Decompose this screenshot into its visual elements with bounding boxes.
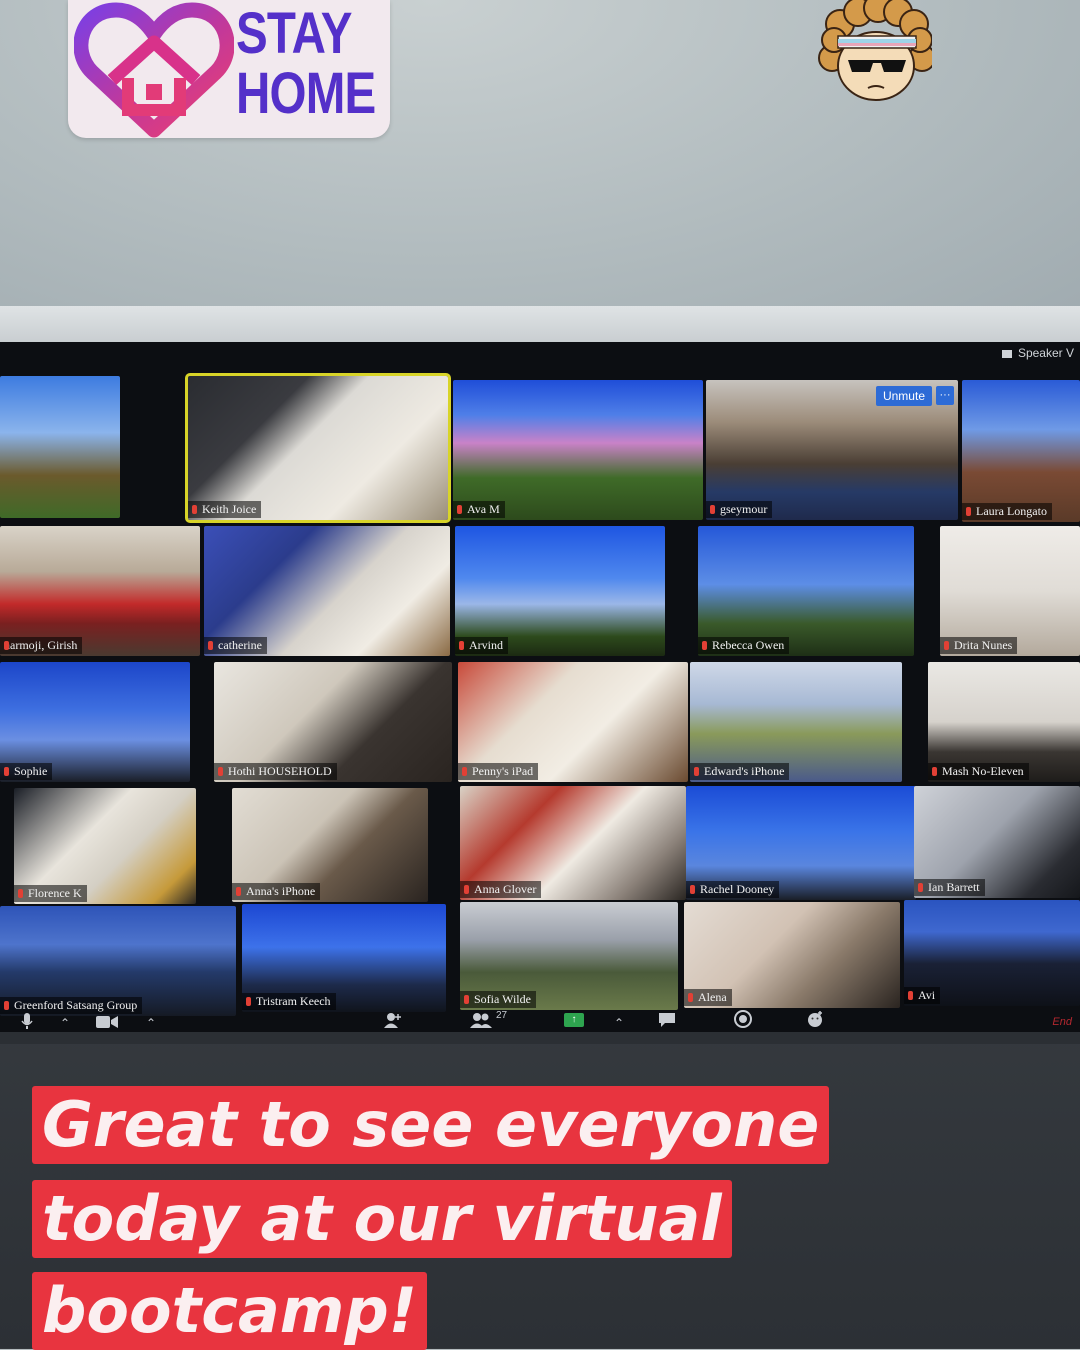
video-tile[interactable]: Anna's iPhone (232, 788, 428, 902)
microphone-icon[interactable] (20, 1012, 34, 1033)
participant-name: Anna's iPhone (232, 883, 321, 900)
chat-icon[interactable] (658, 1012, 676, 1031)
caption-line-1: Great to see everyone (32, 1086, 830, 1164)
participant-name: Rebecca Owen (698, 637, 790, 654)
participant-name: catherine (204, 637, 267, 654)
participant-name: Laura Longato (962, 503, 1052, 520)
sticker-line-2: HOME (236, 61, 376, 126)
video-tile[interactable]: Ava M (453, 380, 703, 520)
video-tile[interactable]: narmoji, Girish (0, 526, 200, 656)
share-options-chevron-icon[interactable]: ⌃ (614, 1016, 624, 1030)
end-meeting-button[interactable]: End (1052, 1016, 1072, 1028)
participant-name: Ian Barrett (914, 879, 985, 896)
participant-name: Edward's iPhone (690, 763, 790, 780)
video-tile[interactable]: Rachel Dooney (686, 786, 916, 900)
video-tile[interactable] (0, 376, 120, 518)
video-tile[interactable]: Florence K (14, 788, 196, 904)
participant-name: Tristram Keech (242, 993, 336, 1010)
video-tile[interactable]: Tristram Keech (242, 904, 446, 1012)
monitor-bezel (0, 306, 1080, 342)
participant-name: Sofia Wilde (460, 991, 536, 1008)
heart-house-icon (74, 2, 234, 138)
participant-name: Alena (684, 989, 732, 1006)
participant-name: narmoji, Girish (0, 637, 83, 654)
unmute-button[interactable]: Unmute (875, 386, 932, 406)
video-tile[interactable]: Hothi HOUSEHOLD (214, 662, 452, 782)
participants-icon[interactable] (470, 1012, 492, 1031)
video-tile[interactable]: Edward's iPhone (690, 662, 902, 782)
video-tile[interactable]: Drita Nunes (940, 526, 1080, 656)
video-tile[interactable]: Rebecca Owen (698, 526, 914, 656)
video-tile[interactable]: Alena (684, 902, 900, 1008)
participant-name: Florence K (14, 885, 87, 902)
more-options-button[interactable]: ··· (936, 386, 954, 405)
participant-name: Arvind (455, 637, 508, 654)
video-tile[interactable]: Unmute ··· gseymour (706, 380, 958, 520)
video-tile[interactable]: Mash No-Eleven (928, 662, 1080, 782)
reactions-icon[interactable] (806, 1010, 824, 1031)
monitor-bottom-bezel (0, 1032, 1080, 1044)
cartoon-avatar-sticker (818, 0, 932, 101)
participant-name: Penny's iPad (458, 763, 539, 780)
video-camera-icon[interactable] (96, 1016, 118, 1031)
video-tile[interactable]: Anna Glover (460, 786, 686, 900)
invite-icon[interactable] (384, 1012, 402, 1031)
video-tile[interactable]: Avi (904, 900, 1080, 1006)
participant-name: Keith Joice (188, 501, 262, 518)
video-tile[interactable]: Greenford Satsang Group (0, 906, 236, 1016)
record-icon[interactable] (734, 1010, 752, 1031)
speaker-view-button[interactable]: Speaker V (1001, 346, 1074, 360)
participant-name: Avi (904, 987, 941, 1004)
sticker-line-1: STAY (236, 1, 352, 66)
video-tile[interactable]: Laura Longato (962, 380, 1080, 522)
video-tile[interactable]: Penny's iPad (458, 662, 688, 782)
participants-count: 27 (496, 1010, 508, 1021)
audio-options-chevron-icon[interactable]: ⌃ (60, 1016, 70, 1030)
video-tile[interactable]: Keith Joice (185, 373, 451, 523)
participant-name: Sophie (0, 763, 53, 780)
participant-name: Drita Nunes (940, 637, 1018, 654)
video-tile[interactable]: Arvind (455, 526, 665, 656)
stay-home-sticker: STAY HOME (68, 0, 390, 138)
video-tile[interactable]: catherine (204, 526, 450, 656)
participant-name: gseymour (706, 501, 773, 518)
participant-name: Rachel Dooney (686, 881, 780, 898)
caption-line-2: today at our virtual (32, 1180, 732, 1258)
video-tile[interactable]: Sofia Wilde (460, 902, 678, 1010)
participant-name: Anna Glover (460, 881, 542, 898)
participant-name: Mash No-Eleven (928, 763, 1029, 780)
share-screen-button[interactable]: ↑ (564, 1013, 584, 1027)
participant-name: Ava M (453, 501, 505, 518)
caption-line-3: bootcamp! (32, 1272, 428, 1350)
video-tile[interactable]: Ian Barrett (914, 786, 1080, 898)
video-options-chevron-icon[interactable]: ⌃ (146, 1016, 156, 1030)
participant-name: Hothi HOUSEHOLD (214, 763, 337, 780)
stay-home-text: STAY HOME (236, 1, 376, 126)
video-tile[interactable]: Sophie (0, 662, 190, 782)
